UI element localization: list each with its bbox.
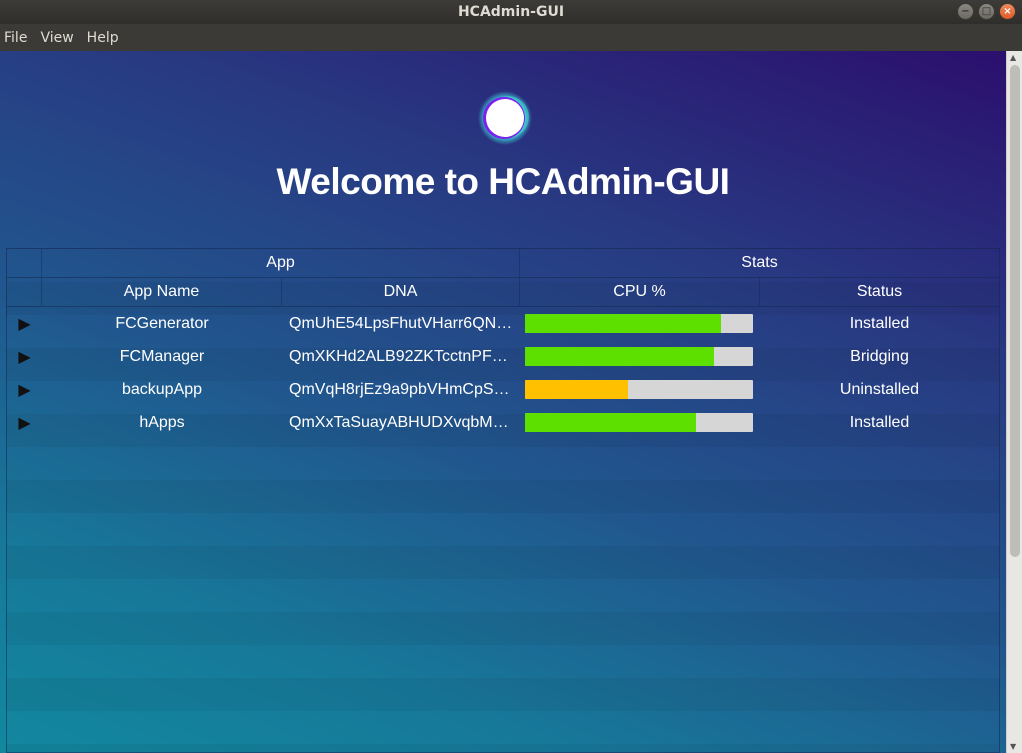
menu-file[interactable]: File [4,30,34,46]
dna-cell: QmUhE54LpsFhutVHarr6QN… [289,314,513,332]
welcome-heading: Welcome to HCAdmin-GUI [276,161,730,202]
app-name-cell: FCManager [119,347,205,365]
column-header-status[interactable]: Status [760,278,999,306]
table-row[interactable]: ▶ backupApp QmVqH8rjEz9a9pbVHmCpS… Uninstal… [7,373,999,406]
group-header-stats[interactable]: Stats [520,249,999,277]
menu-view[interactable]: View [40,30,80,46]
table-row[interactable]: ▶ FCManager QmXKHd2ALB92ZKTcctnPF… Bridging [7,340,999,373]
cpu-progress-bar [525,314,753,333]
column-header-app-name[interactable]: App Name [42,278,282,306]
menu-help[interactable]: Help [87,30,126,46]
group-header-app[interactable]: App [42,249,520,277]
apps-table: App Stats App Name DNA CPU % Status ▶ FCG… [6,248,1000,753]
scroll-down-icon[interactable]: ▼ [1010,742,1016,751]
table-row[interactable]: ▶ FCGenerator QmUhE54LpsFhutVHarr6QN… Insta… [7,307,999,340]
dna-cell: QmXxTaSuayABHUDXvqbM… [289,413,509,431]
window-titlebar[interactable]: HCAdmin-GUI − □ × [0,0,1022,24]
maximize-button[interactable]: □ [978,3,995,20]
dna-cell: QmVqH8rjEz9a9pbVHmCpS… [289,380,510,398]
app-name-cell: backupApp [121,380,203,398]
scroll-up-icon[interactable]: ▲ [1010,53,1016,62]
column-header-cpu[interactable]: CPU % [520,278,760,306]
status-cell: Bridging [850,347,909,365]
group-header-spacer [7,249,42,277]
menubar: File View Help [0,24,1022,51]
main-content: Welcome to HCAdmin-GUI App Stats App Nam… [0,51,1006,753]
table-row[interactable]: ▶ hApps QmXxTaSuayABHUDXvqbM… Installed [7,406,999,439]
expand-arrow-icon[interactable]: ▶ [7,340,42,373]
status-cell: Installed [849,314,910,332]
cpu-progress-bar [525,380,753,399]
status-cell: Installed [849,413,910,431]
table-column-header: App Name DNA CPU % Status [7,278,999,307]
expand-arrow-icon[interactable]: ▶ [7,373,42,406]
cpu-progress-fill [525,347,715,366]
close-button[interactable]: × [999,3,1016,20]
dna-cell: QmXKHd2ALB92ZKTcctnPF… [289,347,508,365]
status-cell: Uninstalled [839,380,920,398]
holochain-logo-icon [478,91,532,145]
expand-arrow-icon[interactable]: ▶ [7,406,42,439]
column-header-dna[interactable]: DNA [282,278,520,306]
scrollbar-thumb[interactable] [1010,65,1020,557]
cpu-progress-fill [525,380,628,399]
vertical-scrollbar[interactable]: ▲ ▼ [1006,51,1022,753]
maximize-icon: □ [981,5,992,17]
cpu-progress-fill [525,314,722,333]
table-group-header: App Stats [7,249,999,278]
cpu-progress-bar [525,347,753,366]
window-title: HCAdmin-GUI [457,4,565,20]
cpu-progress-fill [525,413,696,432]
expand-arrow-icon[interactable]: ▶ [7,307,42,340]
column-header-expander [7,278,42,306]
app-name-cell: hApps [139,413,185,431]
app-name-cell: FCGenerator [115,314,209,332]
minimize-button[interactable]: − [957,3,974,20]
close-icon: × [1003,5,1012,17]
window-controls: − □ × [957,3,1016,20]
minimize-icon: − [961,5,970,17]
cpu-progress-bar [525,413,753,432]
